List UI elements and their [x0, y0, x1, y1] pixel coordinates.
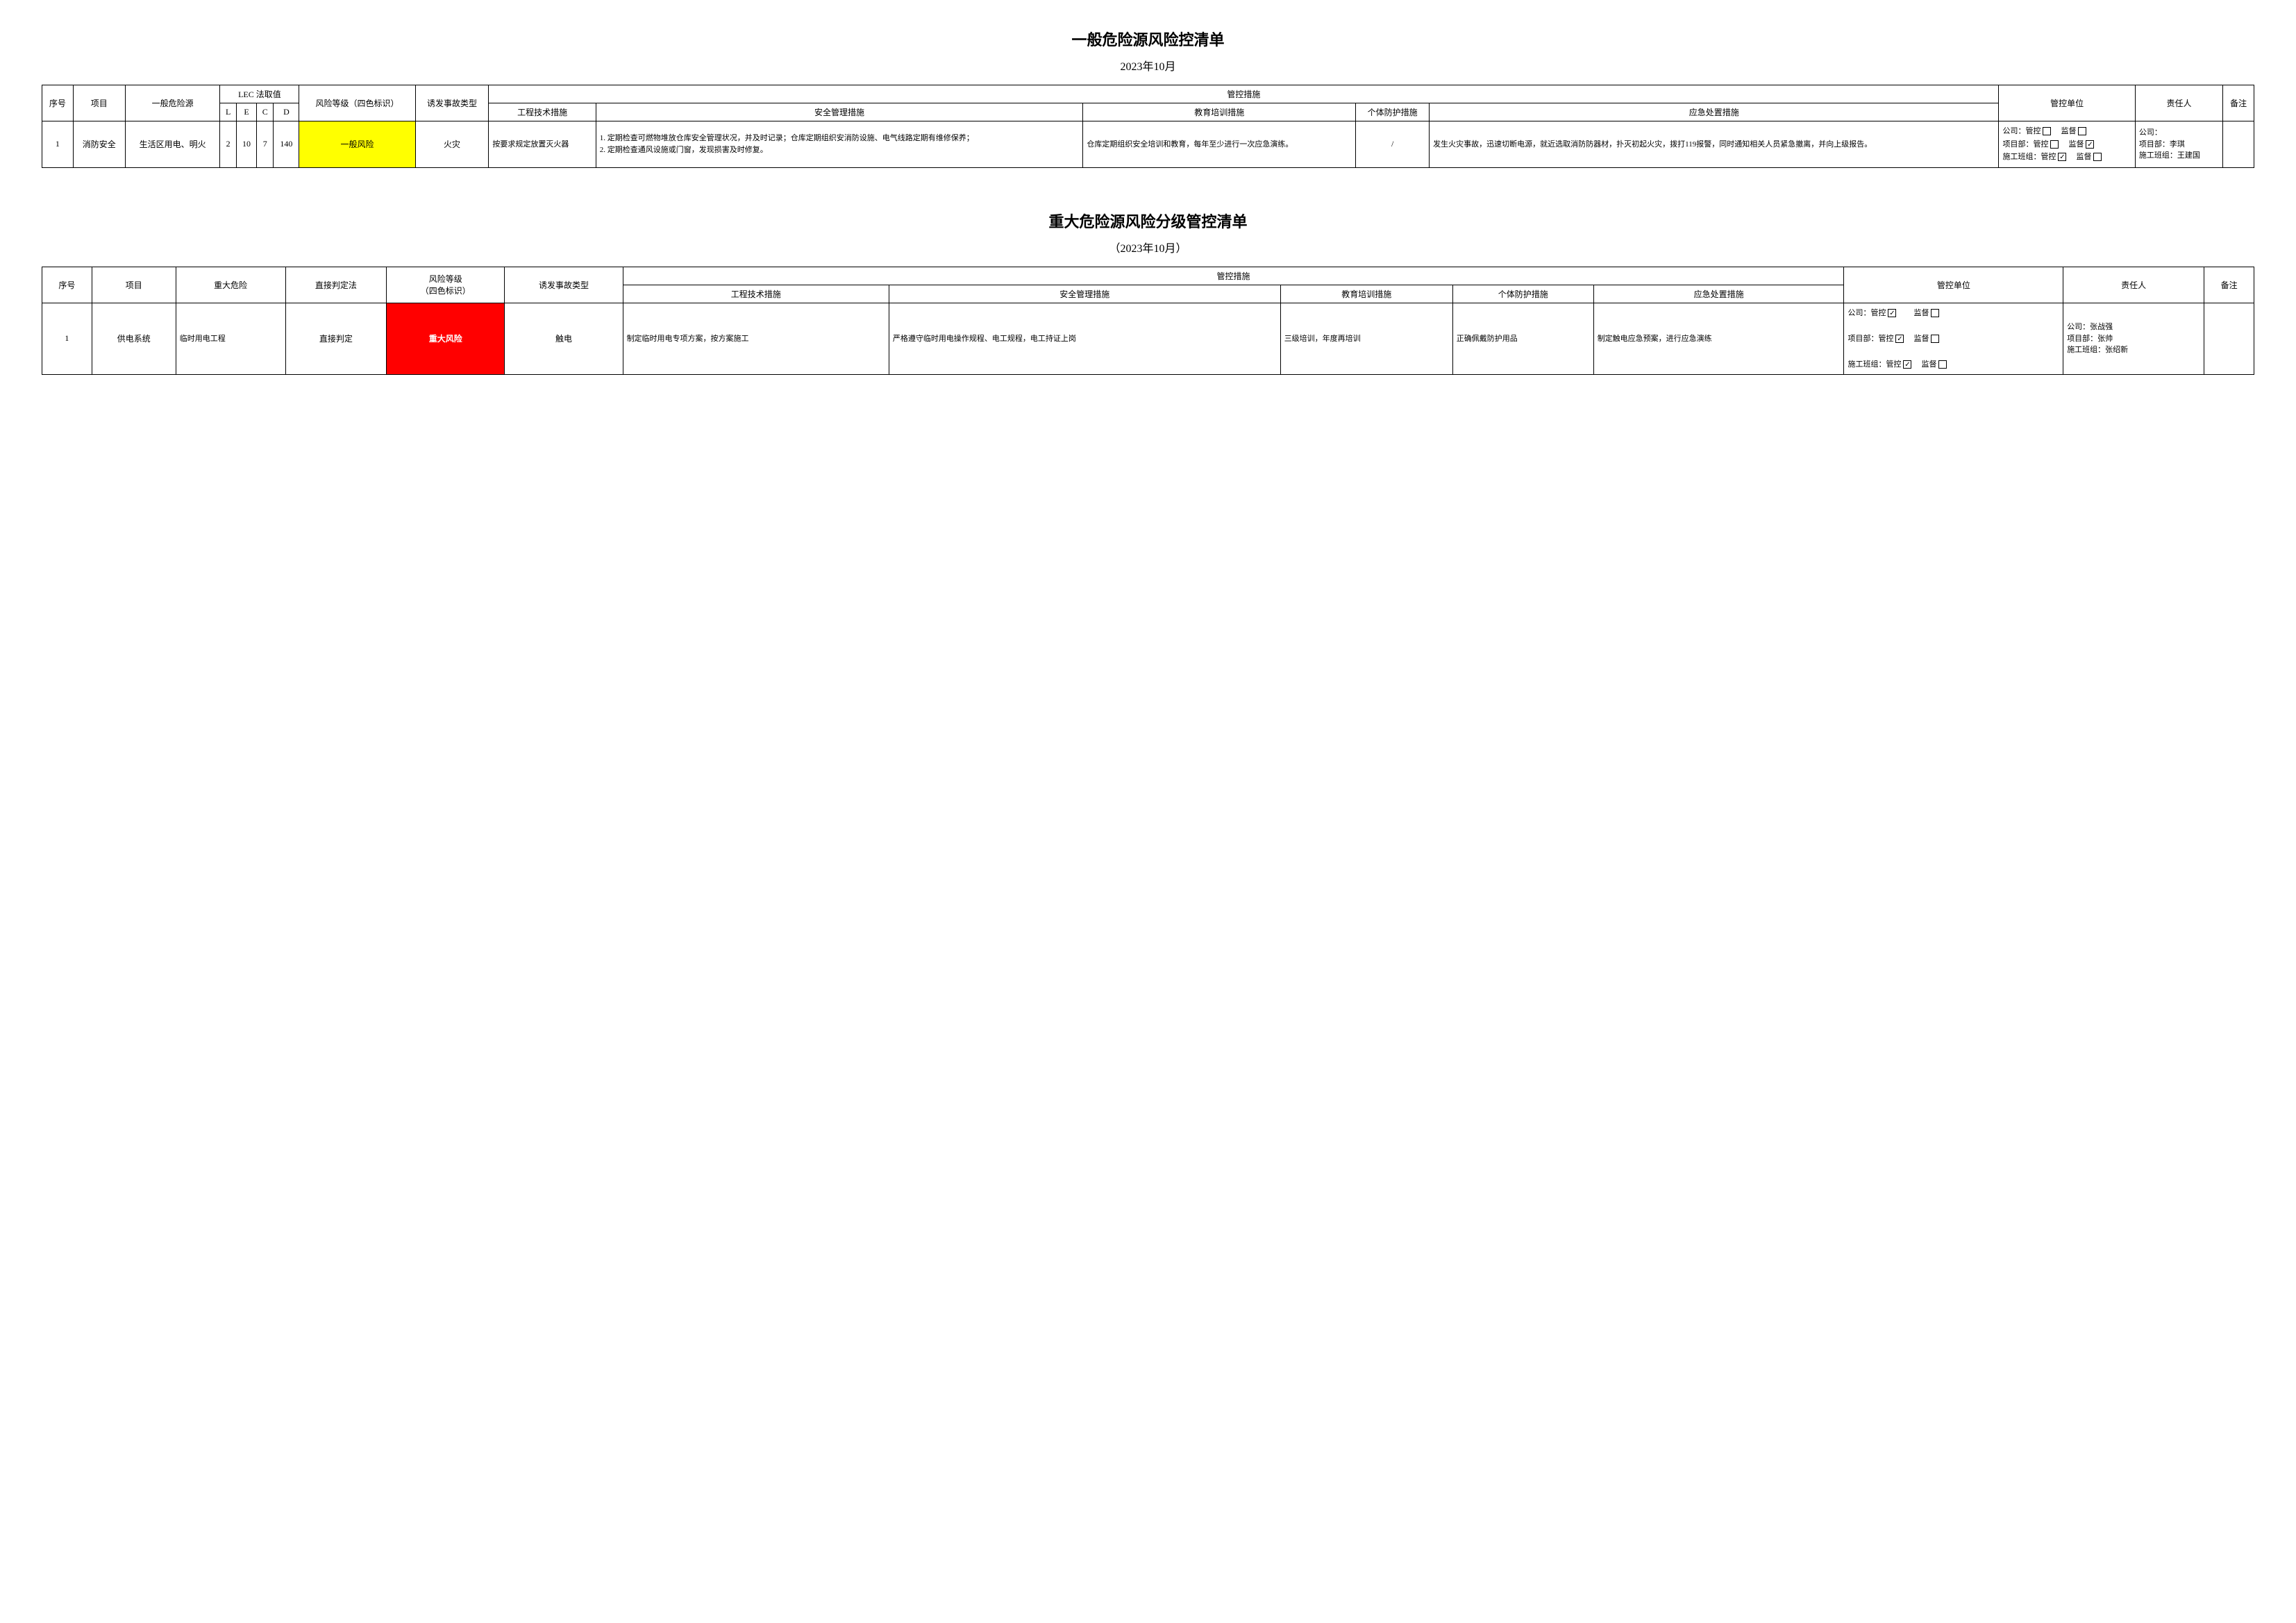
control-project: 项目部：管控 监督 — [2002, 139, 2131, 151]
cb5 — [2058, 153, 2066, 161]
t2-control-project: 项目部：管控 监督 — [1847, 333, 2059, 345]
table1-title: 一般危险源风险控清单 — [42, 28, 2254, 50]
t2-header-responsible: 责任人 — [2063, 267, 2204, 303]
header-control-measures: 管控措施 — [489, 85, 1999, 103]
cell-trigger: 火灾 — [415, 121, 489, 168]
cell-personal: / — [1356, 121, 1430, 168]
t2-header-trigger: 诱发事故类型 — [505, 267, 623, 303]
control-team: 施工班组：管控 监督 — [2002, 151, 2131, 163]
cb1 — [2043, 127, 2051, 135]
t2-header-remarks: 备注 — [2204, 267, 2254, 303]
header-education: 教育培训措施 — [1083, 103, 1356, 121]
cell-safety-mgmt: 1. 定期检查可燃物堆放仓库安全管理状况，并及时记录；仓库定期组织安消防设施、电… — [596, 121, 1083, 168]
header-project: 项目 — [73, 85, 125, 121]
cb2 — [2078, 127, 2086, 135]
t2-header-emergency: 应急处置措施 — [1593, 285, 1844, 303]
cell-control-unit: 公司：管控 监督 项目部：管控 监督 施工班组：管控 监督 — [1999, 121, 2135, 168]
t2-cb2 — [1931, 309, 1939, 317]
header-remarks: 备注 — [2223, 85, 2254, 121]
cell-remarks — [2223, 121, 2254, 168]
cell-e: 10 — [236, 121, 256, 168]
t2-cell-trigger: 触电 — [505, 303, 623, 375]
cell-engineering: 按要求规定放置灭火器 — [489, 121, 596, 168]
header-engineering: 工程技术措施 — [489, 103, 596, 121]
t2-header-personal: 个体防护措施 — [1452, 285, 1593, 303]
t2-cb1 — [1888, 309, 1896, 317]
cell-emergency: 发生火灾事故，迅速切断电源，就近选取消防防器材，扑灭初起火灾，拨打119报警，同… — [1430, 121, 1999, 168]
header-l: L — [220, 103, 236, 121]
t2-cb3 — [1895, 335, 1904, 343]
table1-section: 一般危险源风险控清单 2023年10月 序号 项目 一般危险源 LEC 法取值 … — [42, 28, 2254, 168]
t2-cell-engineering: 制定临时用电专项方案，按方案施工 — [623, 303, 889, 375]
cell-project: 消防安全 — [73, 121, 125, 168]
header-e: E — [236, 103, 256, 121]
cell-c: 7 — [257, 121, 274, 168]
table-row: 1 供电系统 临时用电工程 直接判定 重大风险 触电 制定临时用电专项方案，按方… — [42, 303, 2254, 375]
header-hazard: 一般危险源 — [125, 85, 220, 121]
t2-cell-responsible: 公司：张战强项目部：张帅施工班组：张绍新 — [2063, 303, 2204, 375]
table2: 序号 项目 重大危险 直接判定法 风险等级（四色标识） 诱发事故类型 管控措施 … — [42, 267, 2254, 376]
control-company: 公司：管控 监督 — [2002, 126, 2131, 137]
t2-header-risk-level: 风险等级（四色标识） — [387, 267, 505, 303]
cell-hazard: 生活区用电、明火 — [125, 121, 220, 168]
t2-header-safety-mgmt: 安全管理措施 — [889, 285, 1280, 303]
t2-cell-safety-mgmt: 严格遵守临时用电操作规程、电工规程，电工持证上岗 — [889, 303, 1280, 375]
t2-cell-risk-level: 重大风险 — [387, 303, 505, 375]
t2-cell-hazard: 临时用电工程 — [176, 303, 285, 375]
table2-section: 重大危险源风险分级管控清单 （2023年10月） 序号 项目 重大危险 直接判定… — [42, 210, 2254, 376]
t2-cell-project: 供电系统 — [92, 303, 176, 375]
header-c: C — [257, 103, 274, 121]
cb4 — [2086, 140, 2094, 149]
header-personal: 个体防护措施 — [1356, 103, 1430, 121]
header-seq: 序号 — [42, 85, 74, 121]
cell-education: 仓库定期组织安全培训和教育，每年至少进行一次应急演练。 — [1083, 121, 1356, 168]
t2-cb5 — [1903, 360, 1911, 369]
t2-cell-personal: 正确佩戴防护用品 — [1452, 303, 1593, 375]
t2-control-team: 施工班组：管控 监督 — [1847, 359, 2059, 371]
table1: 序号 项目 一般危险源 LEC 法取值 风险等级（四色标识） 诱发事故类型 管控… — [42, 85, 2254, 168]
cell-d: 140 — [274, 121, 299, 168]
table2-title: 重大危险源风险分级管控清单 — [42, 210, 2254, 232]
t2-header-seq: 序号 — [42, 267, 92, 303]
header-d: D — [274, 103, 299, 121]
header-responsible: 责任人 — [2135, 85, 2222, 121]
cell-seq: 1 — [42, 121, 74, 168]
t2-cell-remarks — [2204, 303, 2254, 375]
t2-header-control-unit: 管控单位 — [1844, 267, 2063, 303]
t2-header-hazard: 重大危险 — [176, 267, 285, 303]
table-row: 1 消防安全 生活区用电、明火 2 10 7 140 一般风险 火灾 按要求规定… — [42, 121, 2254, 168]
table2-subtitle: （2023年10月） — [42, 239, 2254, 255]
header-control-unit: 管控单位 — [1999, 85, 2135, 121]
t2-header-control-measures: 管控措施 — [623, 267, 1844, 285]
t2-cell-control-unit: 公司：管控 监督 项目部：管控 监督 施工班组：管控 监督 — [1844, 303, 2063, 375]
header-lec: LEC 法取值 — [220, 85, 299, 103]
t2-cell-seq: 1 — [42, 303, 92, 375]
table1-subtitle: 2023年10月 — [42, 57, 2254, 74]
t2-header-project: 项目 — [92, 267, 176, 303]
header-risk-level: 风险等级（四色标识） — [299, 85, 415, 121]
header-trigger: 诱发事故类型 — [415, 85, 489, 121]
cb3 — [2050, 140, 2059, 149]
cb6 — [2093, 153, 2102, 161]
header-safety-mgmt: 安全管理措施 — [596, 103, 1083, 121]
cell-responsible: 公司：项目部：李琪施工班组：王建国 — [2135, 121, 2222, 168]
t2-cell-method: 直接判定 — [285, 303, 387, 375]
header-emergency: 应急处置措施 — [1430, 103, 1999, 121]
t2-cb6 — [1938, 360, 1947, 369]
t2-header-method: 直接判定法 — [285, 267, 387, 303]
t2-cell-education: 三级培训，年度再培训 — [1280, 303, 1452, 375]
t2-cb4 — [1931, 335, 1939, 343]
t2-cell-emergency: 制定触电应急预案，进行应急演练 — [1593, 303, 1844, 375]
cell-l: 2 — [220, 121, 236, 168]
t2-header-engineering: 工程技术措施 — [623, 285, 889, 303]
t2-header-education: 教育培训措施 — [1280, 285, 1452, 303]
cell-risk-level: 一般风险 — [299, 121, 415, 168]
t2-control-company: 公司：管控 监督 — [1847, 308, 2059, 319]
